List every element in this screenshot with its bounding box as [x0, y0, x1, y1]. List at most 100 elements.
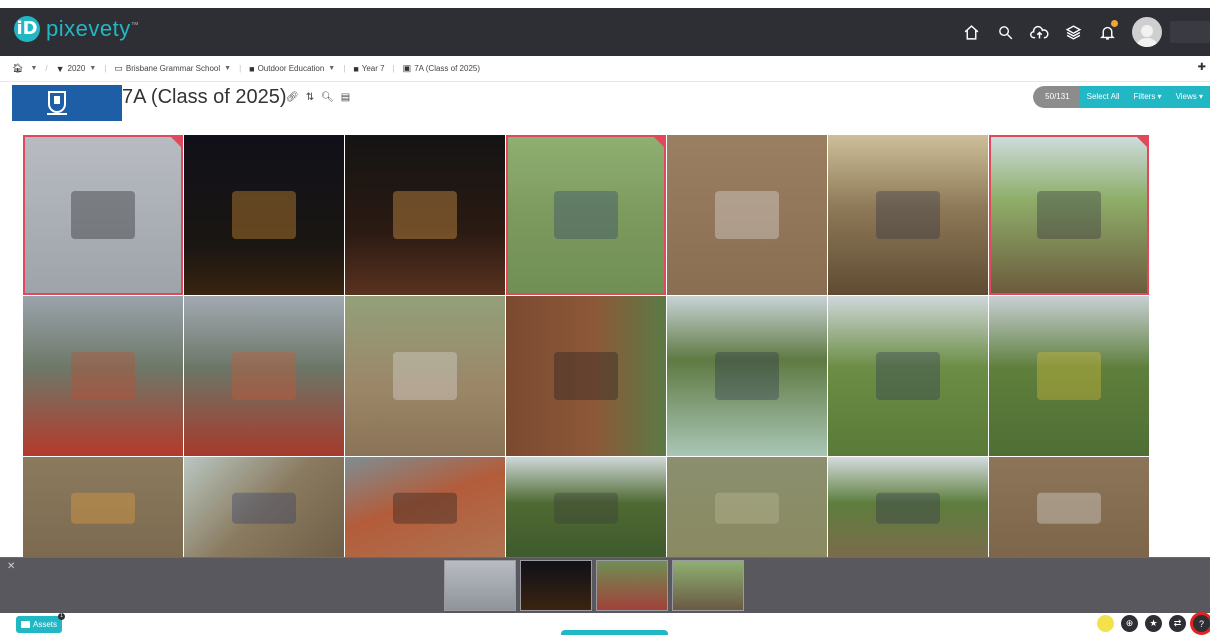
star-icon[interactable]: [1097, 615, 1114, 632]
photo-subject: [232, 191, 296, 239]
tray-thumbnail[interactable]: [444, 560, 516, 611]
school-icon: ▭: [114, 63, 123, 73]
tray-thumbnail[interactable]: [520, 560, 592, 611]
photo-thumbnail[interactable]: [989, 135, 1149, 295]
cart-icon[interactable]: ⊕: [1121, 615, 1138, 632]
filters-button[interactable]: Filters ▾: [1126, 86, 1169, 108]
breadcrumb-separator: /: [45, 64, 48, 73]
views-button[interactable]: Views ▾: [1168, 86, 1210, 108]
home-icon[interactable]: [954, 15, 988, 49]
photo-subject: [1037, 352, 1101, 400]
chevron-down-icon: ▼: [224, 65, 232, 72]
zoom-icon[interactable]: 🔍︎: [321, 92, 334, 103]
logo-mark: iD: [14, 16, 40, 42]
breadcrumb-year[interactable]: ▼ 2020 ▼: [56, 64, 97, 74]
document-icon[interactable]: ▤: [341, 92, 350, 103]
selection-tray: ✕: [0, 557, 1210, 613]
photo-subject: [715, 191, 779, 239]
search-icon[interactable]: [988, 15, 1022, 49]
photo-thumbnail[interactable]: [345, 296, 505, 456]
photo-thumbnail[interactable]: [23, 457, 183, 559]
photo-subject: [1037, 492, 1101, 524]
photo-thumbnail[interactable]: [184, 457, 344, 559]
photo-subject: [715, 352, 779, 400]
pin-icon[interactable]: ✚: [1198, 62, 1206, 73]
folder-icon: ■: [249, 63, 255, 74]
photo-thumbnail[interactable]: [989, 457, 1149, 559]
tray-thumbnails: [444, 560, 744, 611]
sort-icon[interactable]: ⇅: [306, 92, 314, 103]
chevron-down-icon: ▼: [328, 65, 336, 72]
photo-thumbnail[interactable]: [828, 135, 988, 295]
filter-icon: ▼: [55, 63, 65, 74]
close-icon[interactable]: ✕: [7, 561, 15, 572]
photo-thumbnail[interactable]: [23, 296, 183, 456]
photo-thumbnail[interactable]: [828, 296, 988, 456]
breadcrumb-album[interactable]: ▣ 7A (Class of 2025): [403, 63, 480, 74]
logo-wordmark: pixevety: [46, 16, 131, 41]
photo-thumbnail[interactable]: [667, 135, 827, 295]
photo-thumbnail[interactable]: [506, 135, 666, 295]
photo-subject: [393, 492, 457, 524]
bottom-actions: ⊕ ★ ⇄ ?: [1097, 615, 1210, 632]
page-title: 7A (Class of 2025): [122, 86, 287, 108]
photo-subject: [232, 352, 296, 400]
photo-subject: [71, 352, 135, 400]
photo-thumbnail[interactable]: [506, 457, 666, 559]
photo-thumbnail[interactable]: [184, 135, 344, 295]
photo-subject: [393, 191, 457, 239]
photo-subject: [393, 352, 457, 400]
breadcrumb-label: Brisbane Grammar School: [125, 64, 221, 73]
photo-thumbnail[interactable]: [828, 457, 988, 559]
photo-thumbnail[interactable]: [345, 135, 505, 295]
top-nav-icons: [954, 8, 1210, 56]
share-icon[interactable]: ⇄: [1169, 615, 1186, 632]
assets-label: Assets: [33, 620, 58, 629]
home-icon: 🏠︎: [12, 63, 24, 73]
photo-thumbnail[interactable]: [345, 457, 505, 559]
breadcrumb: 🏠︎ ▼ / ▼ 2020 ▼ | ▭ Brisbane Grammar School ▼…: [0, 56, 1210, 82]
breadcrumb-year-level[interactable]: ■ Year 7: [353, 64, 384, 74]
select-all-button[interactable]: Select All: [1079, 86, 1127, 108]
chevron-down-icon: ▼: [30, 65, 38, 72]
top-search-box[interactable]: [1170, 21, 1210, 43]
breadcrumb-folder[interactable]: ■ Outdoor Education ▼: [249, 64, 335, 74]
breadcrumb-separator: |: [343, 64, 346, 73]
photo-subject: [71, 492, 135, 524]
avatar[interactable]: [1132, 17, 1162, 47]
help-icon[interactable]: ?: [1193, 615, 1210, 632]
logo-text: pixevety™: [46, 16, 139, 42]
notification-dot: [1111, 20, 1118, 27]
chevron-down-icon: ▼: [89, 65, 97, 72]
link-icon[interactable]: 🔗︎: [286, 92, 299, 103]
crest-icon: [47, 91, 67, 115]
selection-count: 50/131: [1033, 86, 1080, 108]
bottom-bar: Assets 1 ⊕ ★ ⇄ ?: [0, 613, 1210, 635]
photo-subject: [554, 191, 618, 239]
breadcrumb-school[interactable]: ▭ Brisbane Grammar School ▼: [114, 63, 231, 74]
assets-button[interactable]: Assets 1: [16, 613, 66, 633]
app-logo[interactable]: iD pixevety™: [14, 16, 139, 42]
photo-thumbnail[interactable]: [667, 457, 827, 559]
photo-subject: [232, 492, 296, 524]
photo-thumbnail[interactable]: [989, 296, 1149, 456]
bottom-panel-tab[interactable]: [561, 630, 668, 635]
photo-subject: [71, 191, 135, 239]
photo-grid: [23, 135, 1149, 559]
upload-cloud-icon[interactable]: [1022, 15, 1056, 49]
photo-subject: [554, 492, 618, 524]
tray-thumbnail[interactable]: [672, 560, 744, 611]
photo-thumbnail[interactable]: [184, 296, 344, 456]
photo-thumbnail[interactable]: [23, 135, 183, 295]
breadcrumb-label: Year 7: [361, 64, 385, 73]
photo-thumbnail[interactable]: [506, 296, 666, 456]
tray-thumbnail[interactable]: [596, 560, 668, 611]
title-tools: 🔗︎ ⇅ 🔍︎ ▤: [286, 92, 350, 103]
bell-icon[interactable]: [1090, 15, 1124, 49]
layers-icon[interactable]: [1056, 15, 1090, 49]
photo-thumbnail[interactable]: [667, 296, 827, 456]
breadcrumb-label: 2020: [67, 64, 86, 73]
favorite-icon[interactable]: ★: [1145, 615, 1162, 632]
breadcrumb-home[interactable]: 🏠︎ ▼: [12, 63, 37, 74]
breadcrumb-separator: |: [104, 64, 107, 73]
